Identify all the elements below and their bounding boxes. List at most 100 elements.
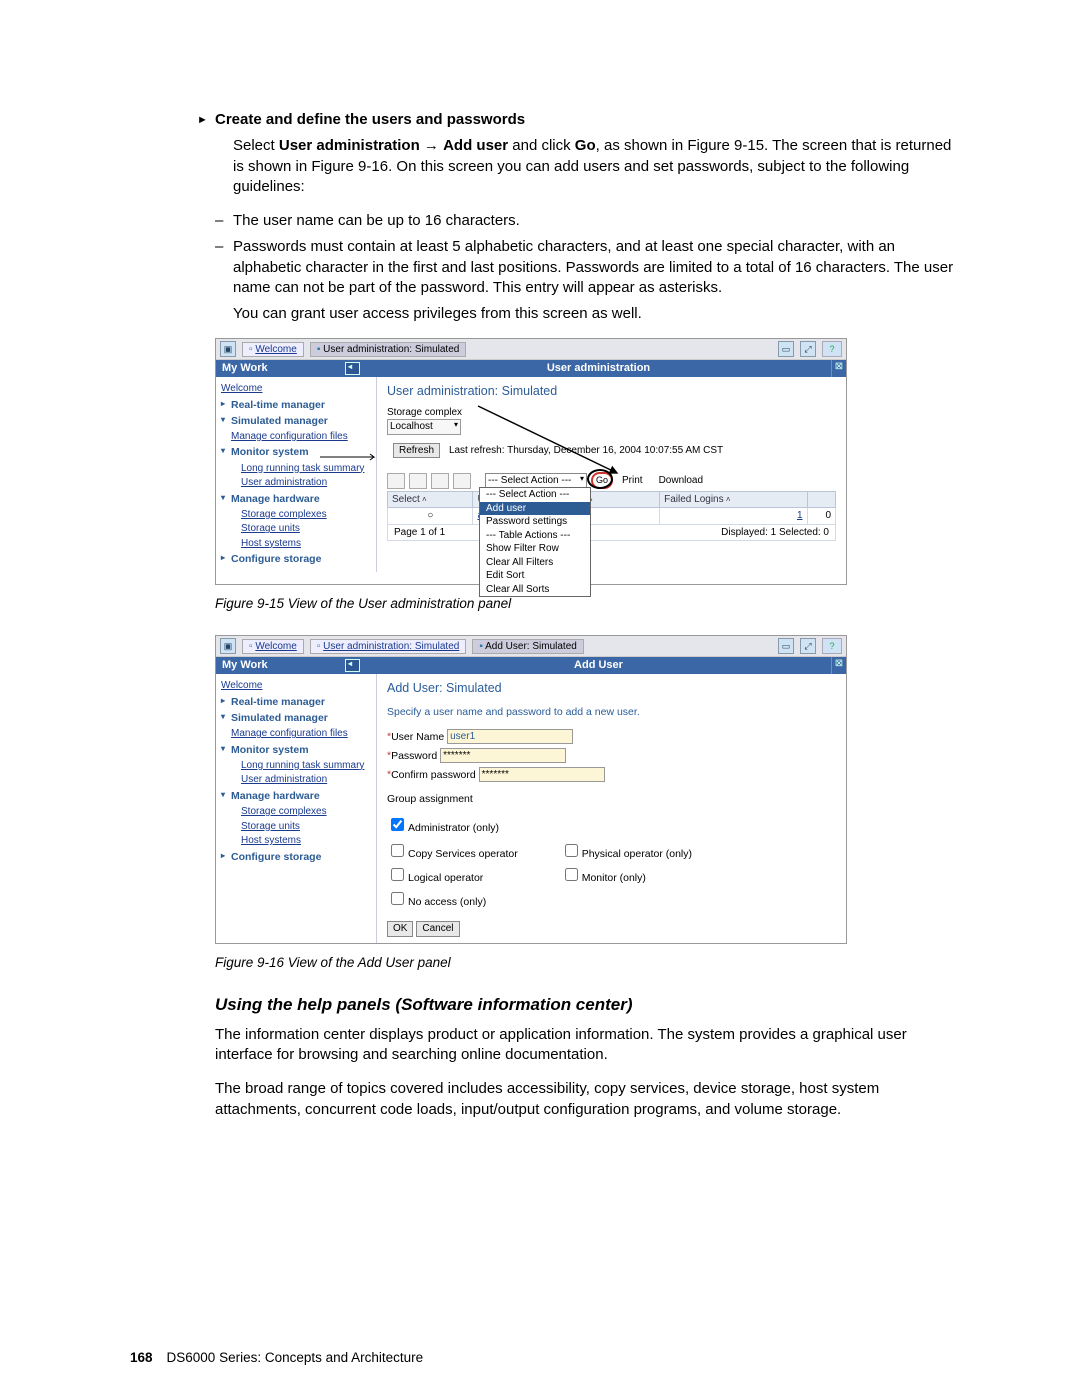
close-icon[interactable]: ⊠ xyxy=(831,657,846,674)
nav-storage-units[interactable]: Storage units xyxy=(221,820,371,834)
monitor-checkbox[interactable] xyxy=(565,868,578,881)
nav-simulated-manager[interactable]: Simulated manager xyxy=(221,711,371,725)
nav-user-administration[interactable]: User administration xyxy=(221,773,371,787)
menu-add-user[interactable]: Add user xyxy=(480,502,590,516)
group-assignment-label: Group assignment xyxy=(387,792,836,806)
list-item: The user name can be up to 16 characters… xyxy=(215,211,960,231)
admin-checkbox[interactable] xyxy=(391,818,404,831)
nav-tree: Welcome Real-time manager Simulated mana… xyxy=(216,377,377,572)
nav-configure-storage[interactable]: Configure storage xyxy=(221,552,371,566)
app-icon: ▣ xyxy=(220,341,236,357)
last-refresh-text: Last refresh: Thursday, December 16, 200… xyxy=(449,445,723,456)
instruction-text: Specify a user name and password to add … xyxy=(387,705,836,719)
paragraph: The information center displays product … xyxy=(215,1025,960,1066)
nav-manage-hardware[interactable]: Manage hardware xyxy=(221,789,371,803)
users-table: Select User ser Groups Failed Logins ○ a… xyxy=(387,491,836,525)
toolbar-icon-3[interactable] xyxy=(431,473,449,489)
tab-add-user[interactable]: ▪ Add User: Simulated xyxy=(472,639,584,655)
window-icon[interactable]: ▭ xyxy=(778,341,794,357)
collapse-icon[interactable] xyxy=(345,659,360,672)
menu-password-settings[interactable]: Password settings xyxy=(480,515,590,529)
nav-configure-storage[interactable]: Configure storage xyxy=(221,850,371,864)
tab-user-admin[interactable]: ▪ User administration: Simulated xyxy=(310,342,467,358)
figure-9-16: ▣ ▫ Welcome ▫ User administration: Simul… xyxy=(215,635,960,943)
nav-manage-hardware[interactable]: Manage hardware xyxy=(221,492,371,506)
help-icon[interactable]: ? xyxy=(822,341,842,357)
nav-host-systems[interactable]: Host systems xyxy=(221,537,371,551)
confirm-password-field[interactable]: ******* xyxy=(479,767,605,782)
ok-button[interactable]: OK xyxy=(387,921,413,937)
tab-user-admin[interactable]: ▫ User administration: Simulated xyxy=(310,639,467,655)
figure-9-15: ▣ ▫ Welcome ▪ User administration: Simul… xyxy=(215,338,960,585)
nav-monitor-system[interactable]: Monitor system xyxy=(221,445,371,459)
toolbar-icon-2[interactable] xyxy=(409,473,427,489)
list-item: Passwords must contain at least 5 alphab… xyxy=(215,237,960,298)
nav-welcome[interactable]: Welcome xyxy=(221,679,371,693)
tab-welcome[interactable]: ▫ Welcome xyxy=(242,342,304,358)
shrink-icon[interactable]: ⤢ xyxy=(800,638,816,654)
menu-edit-sort[interactable]: Edit Sort xyxy=(480,569,590,583)
nav-storage-units[interactable]: Storage units xyxy=(221,522,371,536)
menu-header-2: --- Table Actions --- xyxy=(480,529,590,543)
nav-realtime-manager[interactable]: Real-time manager xyxy=(221,695,371,709)
nav-storage-complexes[interactable]: Storage complexes xyxy=(221,508,371,522)
nav-welcome[interactable]: Welcome xyxy=(221,382,371,396)
nav-long-running-task-summary[interactable]: Long running task summary xyxy=(221,759,371,773)
toolbar-icon-4[interactable] xyxy=(453,473,471,489)
nav-manage-config-files[interactable]: Manage configuration files xyxy=(221,430,371,444)
collapse-icon[interactable] xyxy=(345,362,360,375)
logical-operator-checkbox[interactable] xyxy=(391,868,404,881)
nav-realtime-manager[interactable]: Real-time manager xyxy=(221,398,371,412)
my-work-header: My Work xyxy=(216,360,366,377)
nav-tree: Welcome Real-time manager Simulated mana… xyxy=(216,674,377,942)
content-title: User administration: Simulated xyxy=(387,383,836,400)
my-work-header: My Work xyxy=(216,657,366,674)
nav-host-systems[interactable]: Host systems xyxy=(221,834,371,848)
no-access-checkbox[interactable] xyxy=(391,892,404,905)
close-icon[interactable]: ⊠ xyxy=(831,360,846,377)
section-heading: Create and define the users and password… xyxy=(215,110,960,130)
copy-services-checkbox[interactable] xyxy=(391,844,404,857)
action-dropdown-menu: --- Select Action --- Add user Password … xyxy=(479,487,591,597)
paragraph: You can grant user access privileges fro… xyxy=(233,304,960,324)
col-select[interactable]: Select xyxy=(388,491,473,508)
app-icon: ▣ xyxy=(220,638,236,654)
user-name-field[interactable]: user1 xyxy=(447,729,573,744)
refresh-button[interactable]: Refresh xyxy=(393,443,440,459)
nav-monitor-system[interactable]: Monitor system xyxy=(221,743,371,757)
menu-header: --- Select Action --- xyxy=(480,488,590,502)
download-link[interactable]: Download xyxy=(659,474,703,488)
password-field[interactable]: ******* xyxy=(440,748,566,763)
shrink-icon[interactable]: ⤢ xyxy=(800,341,816,357)
panel-title: Add User xyxy=(366,657,831,674)
tab-welcome[interactable]: ▫ Welcome xyxy=(242,639,304,655)
physical-operator-checkbox[interactable] xyxy=(565,844,578,857)
nav-long-running-task-summary[interactable]: Long running task summary xyxy=(221,462,371,476)
paragraph: The broad range of topics covered includ… xyxy=(215,1079,960,1120)
col-failed[interactable]: Failed Logins xyxy=(660,491,807,508)
nav-storage-complexes[interactable]: Storage complexes xyxy=(221,805,371,819)
storage-complex-select[interactable]: Localhost xyxy=(387,419,461,435)
cancel-button[interactable]: Cancel xyxy=(416,921,459,937)
col-blank xyxy=(807,491,836,508)
nav-simulated-manager[interactable]: Simulated manager xyxy=(221,414,371,428)
window-icon[interactable]: ▭ xyxy=(778,638,794,654)
nav-manage-config-files[interactable]: Manage configuration files xyxy=(221,727,371,741)
subsection-heading: Using the help panels (Software informat… xyxy=(215,994,960,1017)
password-label: Password xyxy=(391,749,437,763)
nav-user-administration[interactable]: User administration xyxy=(221,476,371,490)
help-icon[interactable]: ? xyxy=(822,638,842,654)
print-link[interactable]: Print xyxy=(622,474,643,488)
action-select[interactable]: --- Select Action --- xyxy=(485,473,587,489)
page-footer: 168DS6000 Series: Concepts and Architect… xyxy=(130,1349,423,1367)
content-title: Add User: Simulated xyxy=(387,680,836,697)
toolbar-icon-1[interactable] xyxy=(387,473,405,489)
figure-caption: Figure 9-16 View of the Add User panel xyxy=(215,954,960,972)
user-name-label: User Name xyxy=(391,730,444,744)
menu-show-filter-row[interactable]: Show Filter Row xyxy=(480,542,590,556)
menu-clear-all-sorts[interactable]: Clear All Sorts xyxy=(480,583,590,597)
confirm-password-label: Confirm password xyxy=(391,768,476,782)
paragraph: Select User administration → Add user an… xyxy=(233,136,960,197)
menu-clear-all-filters[interactable]: Clear All Filters xyxy=(480,556,590,570)
table-row[interactable]: ○ adm 1 0 xyxy=(388,508,836,525)
